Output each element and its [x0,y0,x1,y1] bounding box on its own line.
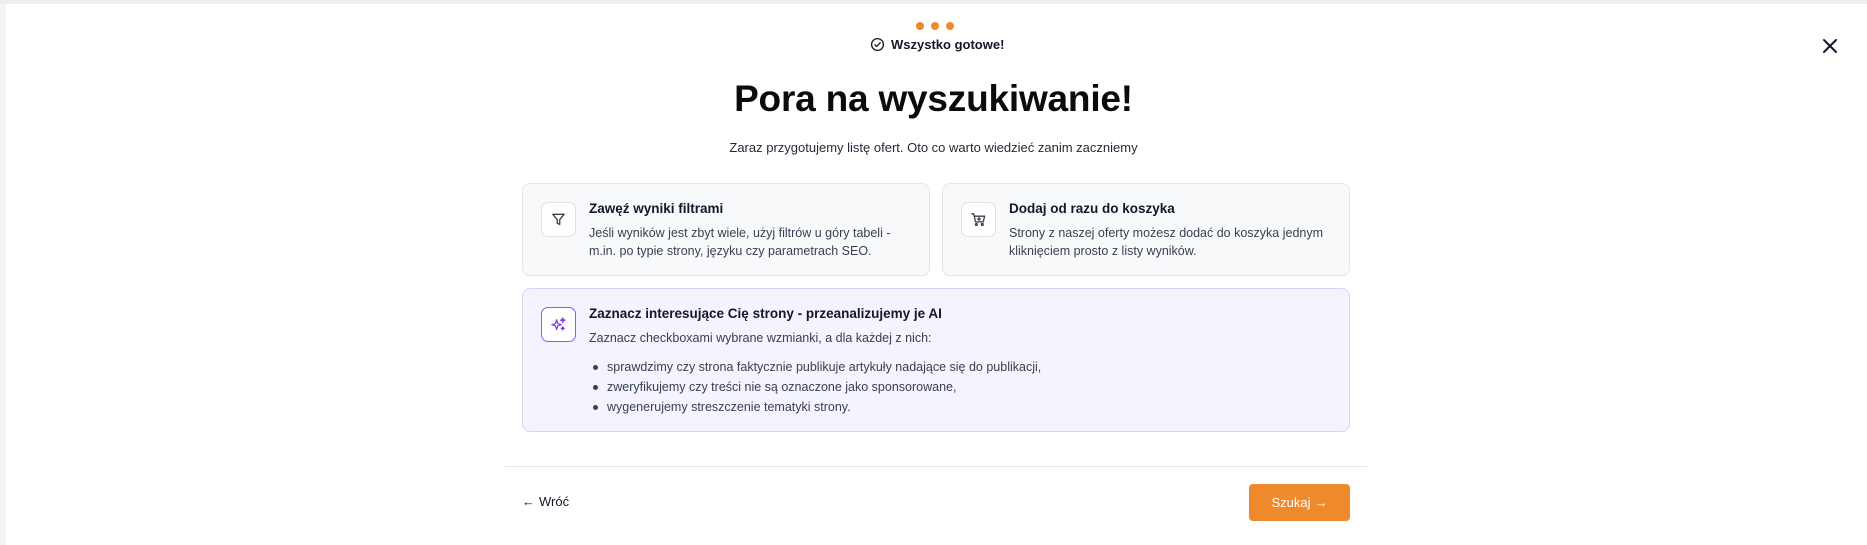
page-title: Pora na wyszukiwanie! [734,78,1133,119]
progress-dots [916,22,954,30]
card-description: Jeśli wyników jest zbyt wiele, użyj filt… [589,226,891,258]
cart-tip-card: Dodaj od razu do koszyka Strony z naszej… [942,183,1350,276]
status-text: Wszystko gotowe! [891,36,1005,52]
status-indicator: Wszystko gotowe! [870,36,1004,52]
ai-analysis-card: Zaznacz interesujące Cię strony - przean… [522,288,1350,432]
search-label: Szukaj [1271,495,1311,510]
card-title: Dodaj od razu do koszyka [1009,201,1175,216]
ai-feature-list: sprawdzimy czy strona faktycznie publiku… [589,357,1041,417]
back-button[interactable]: ← Wróć [522,494,569,509]
card-title: Zawęź wyniki filtrami [589,201,724,216]
footer-divider [505,466,1367,467]
progress-dot [916,22,924,30]
progress-dot [931,22,939,30]
progress-dot [946,22,954,30]
list-item: zweryfikujemy czy treści nie są oznaczon… [589,377,1041,397]
filters-tip-card: Zawęź wyniki filtrami Jeśli wyników jest… [522,183,930,276]
card-description: Strony z naszej oferty możesz dodać do k… [1009,226,1324,258]
filter-icon [541,202,576,237]
back-label: Wróć [539,494,570,509]
shopping-cart-icon [961,202,996,237]
arrow-left-icon: ← [522,494,535,509]
list-item: wygenerujemy streszczenie tematyki stron… [589,397,1041,417]
card-title: Zaznacz interesujące Cię strony - przean… [589,306,942,321]
list-item: sprawdzimy czy strona faktycznie publiku… [589,357,1041,377]
close-icon [1818,34,1842,58]
page-subtitle: Zaraz przygotujemy listę ofert. Oto co w… [729,140,1138,155]
check-circle-icon [870,37,885,52]
close-button[interactable] [1818,34,1842,58]
arrow-right-icon: → [1314,495,1328,510]
search-button[interactable]: Szukaj → [1249,484,1350,521]
sparkles-icon [541,307,576,342]
card-description: Zaznacz checkboxami wybrane wzmianki, a … [589,331,932,345]
